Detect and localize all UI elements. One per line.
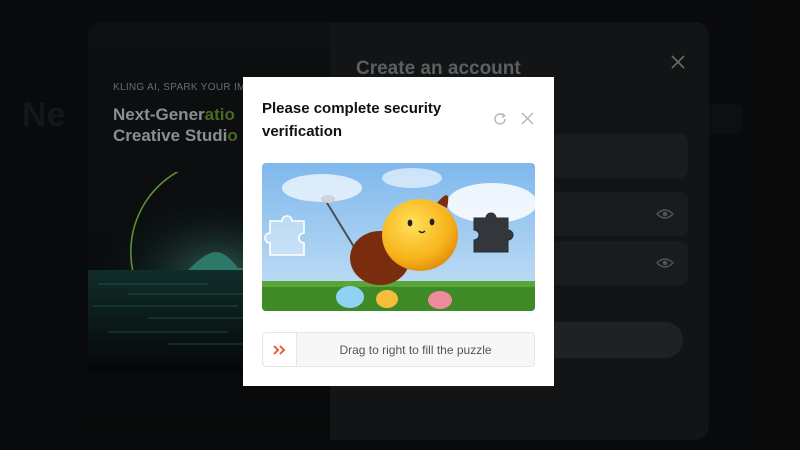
double-chevron-right-icon	[272, 344, 285, 355]
close-icon[interactable]	[521, 112, 534, 125]
verification-title: Please complete security verification	[262, 100, 442, 140]
puzzle-image	[262, 163, 535, 311]
security-verification-dialog: Please complete security verification Dr…	[243, 77, 554, 386]
refresh-icon[interactable]	[493, 112, 507, 126]
puzzle-slider-track[interactable]: Drag to right to fill the puzzle	[262, 332, 535, 367]
puzzle-slider-handle[interactable]	[263, 333, 297, 366]
slider-instruction: Drag to right to fill the puzzle	[339, 342, 492, 357]
